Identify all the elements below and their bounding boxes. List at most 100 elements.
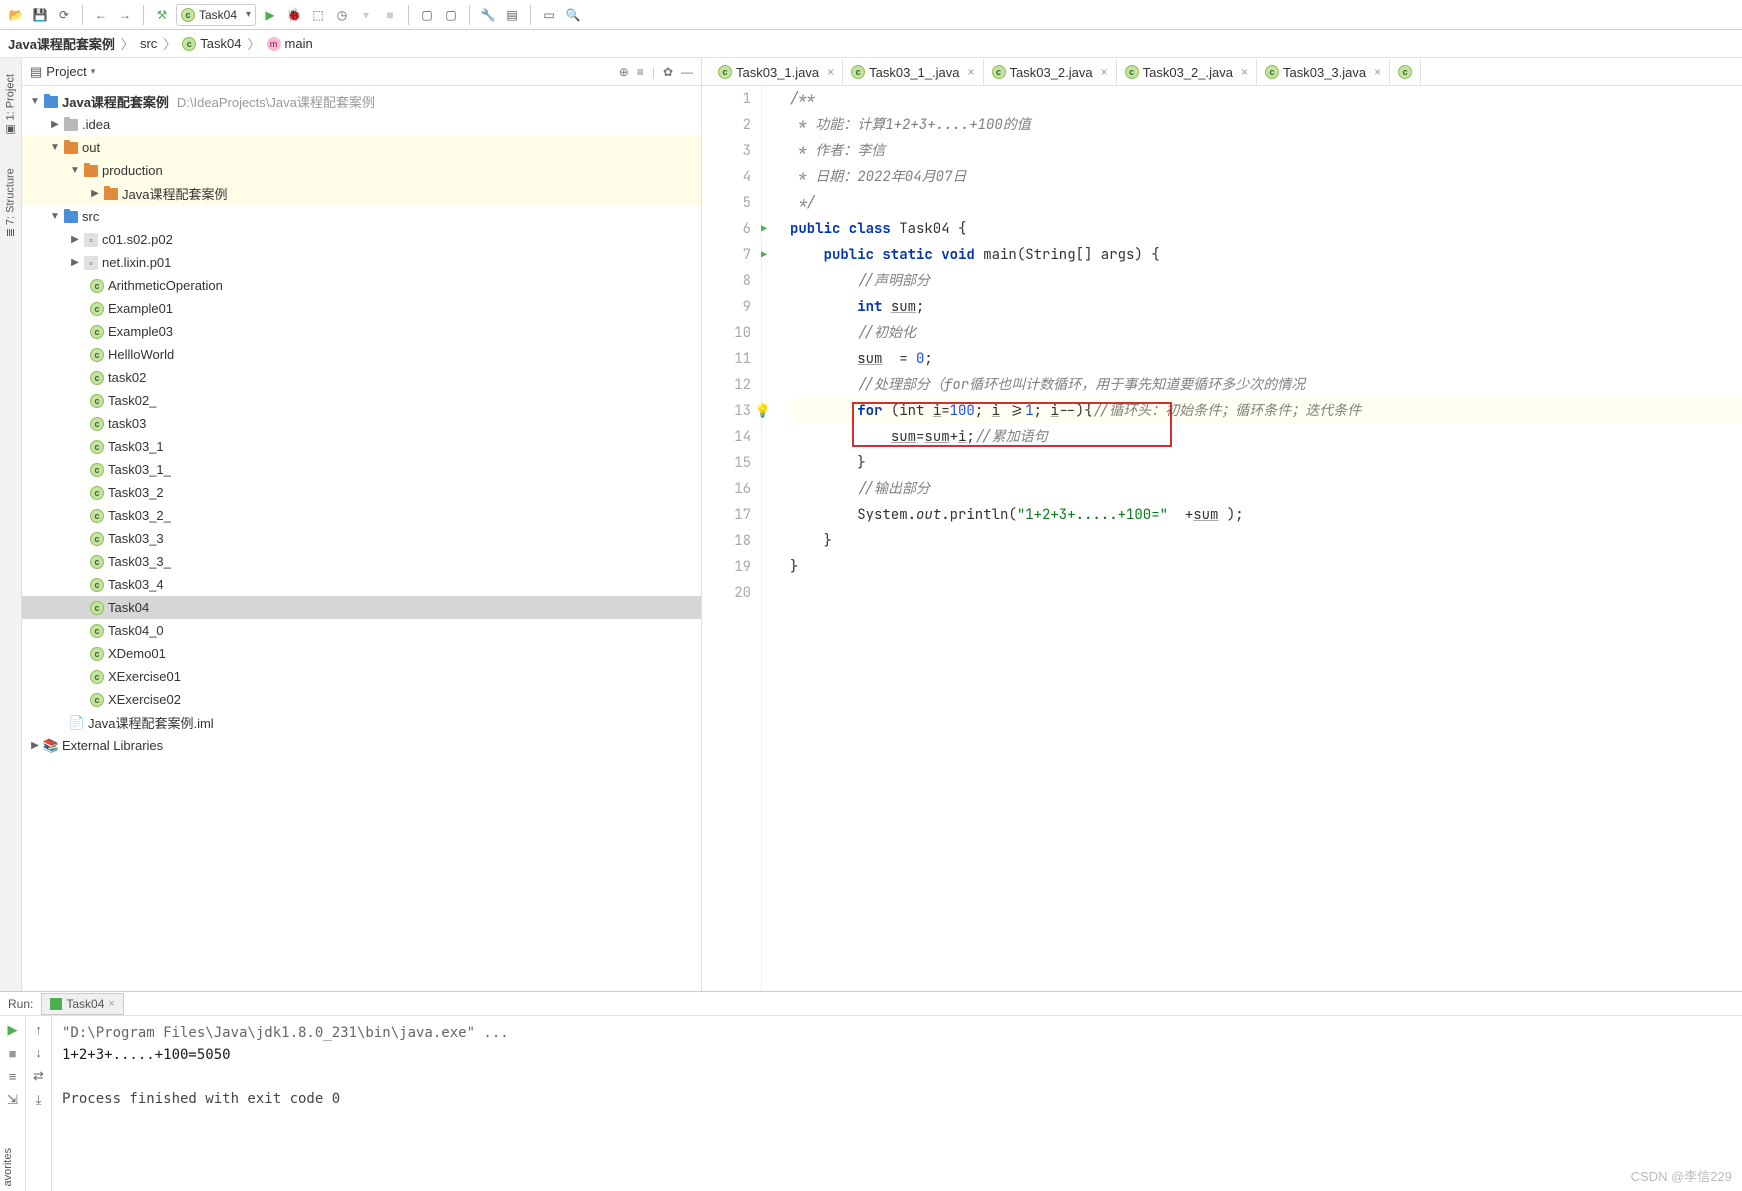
- run-panel-header: Run: Task04 ×: [0, 992, 1742, 1016]
- breadcrumb-method[interactable]: main: [285, 36, 313, 51]
- tree-class[interactable]: cTask02_: [22, 389, 701, 412]
- close-icon[interactable]: ×: [1101, 65, 1108, 79]
- breadcrumb-src[interactable]: src: [140, 36, 157, 51]
- class-icon: c: [1125, 65, 1139, 79]
- attach-icon[interactable]: ▾: [356, 5, 376, 25]
- favorites-tool-tab[interactable]: avorites: [0, 1144, 16, 1191]
- tree-package[interactable]: ▶▫c01.s02.p02: [22, 228, 701, 251]
- profile-icon[interactable]: ◷: [332, 5, 352, 25]
- coverage-icon[interactable]: ⬚: [308, 5, 328, 25]
- terminal-icon[interactable]: ▭: [539, 5, 559, 25]
- tree-class[interactable]: cTask04_0: [22, 619, 701, 642]
- close-icon[interactable]: ×: [1241, 65, 1248, 79]
- tree-folder-idea[interactable]: ▶.idea: [22, 113, 701, 136]
- class-icon: c: [1265, 65, 1279, 79]
- editor-tab[interactable]: cTask03_3.java×: [1257, 59, 1390, 85]
- tree-class[interactable]: cXDemo01: [22, 642, 701, 665]
- run-config-selector[interactable]: c Task04: [176, 4, 256, 26]
- close-icon[interactable]: ×: [108, 998, 114, 1010]
- device-icon[interactable]: ▢: [417, 5, 437, 25]
- tree-class[interactable]: cExample01: [22, 297, 701, 320]
- open-icon[interactable]: 📂: [6, 5, 26, 25]
- project-panel-title[interactable]: ▤ Project ▾: [30, 64, 95, 80]
- tree-class[interactable]: cTask03_1: [22, 435, 701, 458]
- tree-class[interactable]: cExample03: [22, 320, 701, 343]
- project-tree[interactable]: ▼Java课程配套案例D:\IdeaProjects\Java课程配套案例 ▶.…: [22, 86, 701, 991]
- run-gutter-icon[interactable]: ▶: [761, 242, 767, 268]
- breadcrumb-class[interactable]: Task04: [200, 36, 241, 51]
- chevron-right-icon: 〉: [121, 34, 134, 53]
- tree-class[interactable]: cTask03_1_: [22, 458, 701, 481]
- project-tool-tab[interactable]: ▣1: Project: [4, 68, 17, 142]
- tree-class[interactable]: cHellloWorld: [22, 343, 701, 366]
- structure-tool-tab[interactable]: ≣7: Structure: [4, 162, 17, 243]
- editor-tab[interactable]: c: [1390, 59, 1421, 85]
- run-gutter-icon[interactable]: ▶: [761, 216, 767, 242]
- structure-icon[interactable]: ▤: [502, 5, 522, 25]
- locate-icon[interactable]: ⊕: [619, 65, 629, 79]
- close-icon[interactable]: ×: [827, 65, 834, 79]
- breadcrumb-project[interactable]: Java课程配套案例: [8, 34, 115, 53]
- wrench-icon[interactable]: 🔧: [478, 5, 498, 25]
- rerun-icon[interactable]: ▶: [8, 1022, 18, 1038]
- bulb-icon[interactable]: 💡: [755, 398, 771, 424]
- tree-class[interactable]: cTask03_2: [22, 481, 701, 504]
- editor-tab[interactable]: cTask03_1_.java×: [843, 59, 983, 85]
- editor-tab[interactable]: cTask03_2_.java×: [1117, 59, 1257, 85]
- tree-class[interactable]: cTask03_3_: [22, 550, 701, 573]
- stop-icon[interactable]: ■: [380, 5, 400, 25]
- close-icon[interactable]: ×: [967, 65, 974, 79]
- tree-class[interactable]: cArithmeticOperation: [22, 274, 701, 297]
- console-output[interactable]: "D:\Program Files\Java\jdk1.8.0_231\bin\…: [52, 1016, 1742, 1191]
- editor-tabs: cTask03_1.java× cTask03_1_.java× cTask03…: [702, 58, 1742, 86]
- main-toolbar: 📂 💾 ⟳ ← → ⚒ c Task04 ▶ 🐞 ⬚ ◷ ▾ ■ ▢ ▢ 🔧 ▤…: [0, 0, 1742, 30]
- tree-folder-production-child[interactable]: ▶Java课程配套案例: [22, 182, 701, 205]
- run-panel: Run: Task04 × ▶ ■ ≡ ⇲ ↑ ↓ ⇄ ⤓ "D:\Progra…: [0, 991, 1742, 1191]
- class-icon: c: [718, 65, 732, 79]
- wrap-icon[interactable]: ⇄: [33, 1068, 44, 1084]
- tree-class[interactable]: ctask03: [22, 412, 701, 435]
- refresh-icon[interactable]: ⟳: [54, 5, 74, 25]
- undo-icon[interactable]: ←: [91, 5, 111, 25]
- save-icon[interactable]: 💾: [30, 5, 50, 25]
- code-editor[interactable]: 12345 6▶ 7▶ 89101112 13💡 14151617181920 …: [702, 86, 1742, 991]
- collapse-icon[interactable]: ≡: [637, 65, 644, 79]
- tree-folder-production[interactable]: ▼production: [22, 159, 701, 182]
- tree-class[interactable]: cXExercise01: [22, 665, 701, 688]
- code-content[interactable]: /** * 功能：计算1+2+3+....+100的值 * 作者：李信 * 日期…: [782, 86, 1742, 991]
- stop-icon[interactable]: ■: [9, 1046, 17, 1061]
- chevron-right-icon: 〉: [163, 34, 176, 53]
- down-icon[interactable]: ↓: [35, 1045, 42, 1060]
- tree-iml[interactable]: 📄Java课程配套案例.iml: [22, 711, 701, 734]
- tree-root[interactable]: ▼Java课程配套案例D:\IdeaProjects\Java课程配套案例: [22, 90, 701, 113]
- tree-class[interactable]: cTask03_2_: [22, 504, 701, 527]
- run-toolbar-right: ↑ ↓ ⇄ ⤓: [26, 1016, 52, 1191]
- run-tab[interactable]: Task04 ×: [41, 993, 123, 1015]
- editor-tab[interactable]: cTask03_2.java×: [984, 59, 1117, 85]
- tree-class[interactable]: ctask02: [22, 366, 701, 389]
- tree-external[interactable]: ▶📚External Libraries: [22, 734, 701, 757]
- close-icon[interactable]: ×: [1374, 65, 1381, 79]
- avd-icon[interactable]: ▢: [441, 5, 461, 25]
- tree-package[interactable]: ▶▫net.lixin.p01: [22, 251, 701, 274]
- settings-icon[interactable]: ✿: [663, 65, 673, 79]
- debug-icon[interactable]: 🐞: [284, 5, 304, 25]
- build-icon[interactable]: ⚒: [152, 5, 172, 25]
- tree-folder-out[interactable]: ▼out: [22, 136, 701, 159]
- hide-icon[interactable]: —: [681, 65, 693, 79]
- redo-icon[interactable]: →: [115, 5, 135, 25]
- class-icon: c: [182, 37, 196, 51]
- editor-area: cTask03_1.java× cTask03_1_.java× cTask03…: [702, 58, 1742, 991]
- tree-class-selected[interactable]: cTask04: [22, 596, 701, 619]
- scroll-icon[interactable]: ⤓: [36, 1092, 42, 1108]
- up-icon[interactable]: ↑: [35, 1022, 42, 1037]
- editor-tab[interactable]: cTask03_1.java×: [710, 59, 843, 85]
- layout-icon[interactable]: ≡: [9, 1069, 17, 1084]
- tree-class[interactable]: cXExercise02: [22, 688, 701, 711]
- pin-icon[interactable]: ⇲: [7, 1092, 18, 1108]
- run-icon[interactable]: ▶: [260, 5, 280, 25]
- tree-folder-src[interactable]: ▼src: [22, 205, 701, 228]
- tree-class[interactable]: cTask03_3: [22, 527, 701, 550]
- tree-class[interactable]: cTask03_4: [22, 573, 701, 596]
- search-icon[interactable]: 🔍: [563, 5, 583, 25]
